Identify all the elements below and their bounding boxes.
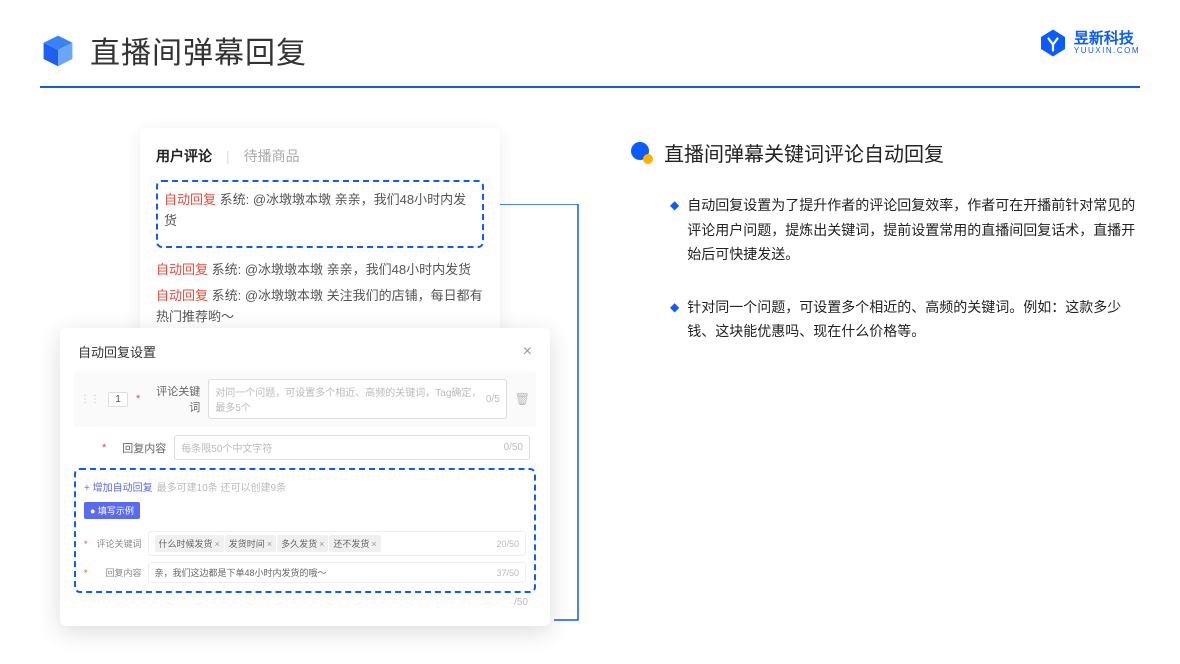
keyword-input[interactable]: 对同一个问题，可设置多个相近、高频的关键词，Tag确定，最多5个0/5: [208, 379, 506, 419]
keyword-tag[interactable]: 发货时间: [225, 535, 276, 552]
footer-count: /50: [74, 593, 536, 608]
comment-item: 自动回复 系统: @冰墩墩本墩 关注我们的店铺，每日都有热门推荐哟～: [156, 286, 484, 328]
logo-en: YUUXIN.COM: [1074, 47, 1140, 55]
comment-item: 自动回复 系统: @冰墩墩本墩 亲亲，我们48小时内发货: [156, 260, 484, 281]
tab-products[interactable]: 待播商品: [244, 146, 300, 166]
reply-input[interactable]: 每条限50个中文字符0/50: [174, 435, 530, 460]
page-title: 直播间弹幕回复: [90, 28, 307, 72]
diamond-icon: ◆: [670, 193, 679, 267]
brand-logo: 昱新科技YUUXIN.COM: [1038, 28, 1140, 58]
index-badge: 1: [108, 392, 128, 407]
close-icon[interactable]: ×: [523, 343, 532, 361]
delete-icon[interactable]: 🗑: [515, 392, 530, 406]
keyword-tag[interactable]: 还不发货: [329, 535, 380, 552]
required-star: *: [136, 393, 140, 405]
ex-keyword-label: 评论关键词: [94, 537, 142, 550]
add-hint: 最多可建10条 还可以创建9条: [157, 483, 286, 494]
bullet-point: ◆自动回复设置为了提升作者的评论回复效率，作者可在开播前针对常见的评论用户问题，…: [630, 193, 1140, 267]
example-badge: ● 填写示例: [84, 502, 140, 519]
cube-icon: [40, 32, 76, 68]
auto-reply-settings-dialog: 自动回复设置 × ⋮⋮ 1 * 评论关键词 对同一个问题，可设置多个相近、高频的…: [60, 328, 550, 626]
add-auto-reply-link[interactable]: + 增加自动回复: [84, 483, 153, 494]
keyword-label: 评论关键词: [148, 383, 200, 415]
highlighted-comment: 自动回复 系统: @冰墩墩本墩 亲亲，我们48小时内发货: [156, 180, 484, 248]
ex-keyword-box: 什么时候发货 发货时间 多久发货 还不发货 20/50: [148, 531, 526, 556]
diamond-icon: ◆: [670, 295, 679, 344]
reply-label: 回复内容: [114, 440, 166, 456]
example-section: + 增加自动回复最多可建10条 还可以创建9条 ● 填写示例 * 评论关键词 什…: [74, 468, 536, 593]
tab-user-comments[interactable]: 用户评论: [156, 146, 212, 166]
section-title: 直播间弹幕关键词评论自动回复: [664, 138, 944, 167]
chat-bubble-icon: [630, 141, 654, 165]
ex-reply-box: 亲，我们这边都是下单48小时内发货的哦～37/50: [148, 562, 526, 583]
tab-separator: |: [226, 148, 230, 164]
logo-icon: [1038, 28, 1068, 58]
keyword-tag[interactable]: 多久发货: [277, 535, 328, 552]
dialog-title: 自动回复设置: [78, 342, 156, 361]
auto-reply-tag: 自动回复: [164, 192, 216, 207]
logo-cn: 昱新科技: [1074, 31, 1140, 46]
required-star: *: [102, 442, 106, 454]
drag-handle-icon[interactable]: ⋮⋮: [80, 394, 100, 405]
ex-reply-label: 回复内容: [94, 566, 142, 579]
keyword-tag[interactable]: 什么时候发货: [155, 535, 224, 552]
bullet-point: ◆针对同一个问题，可设置多个相近的、高频的关键词。例如：这款多少钱、这块能优惠吗…: [630, 295, 1140, 344]
